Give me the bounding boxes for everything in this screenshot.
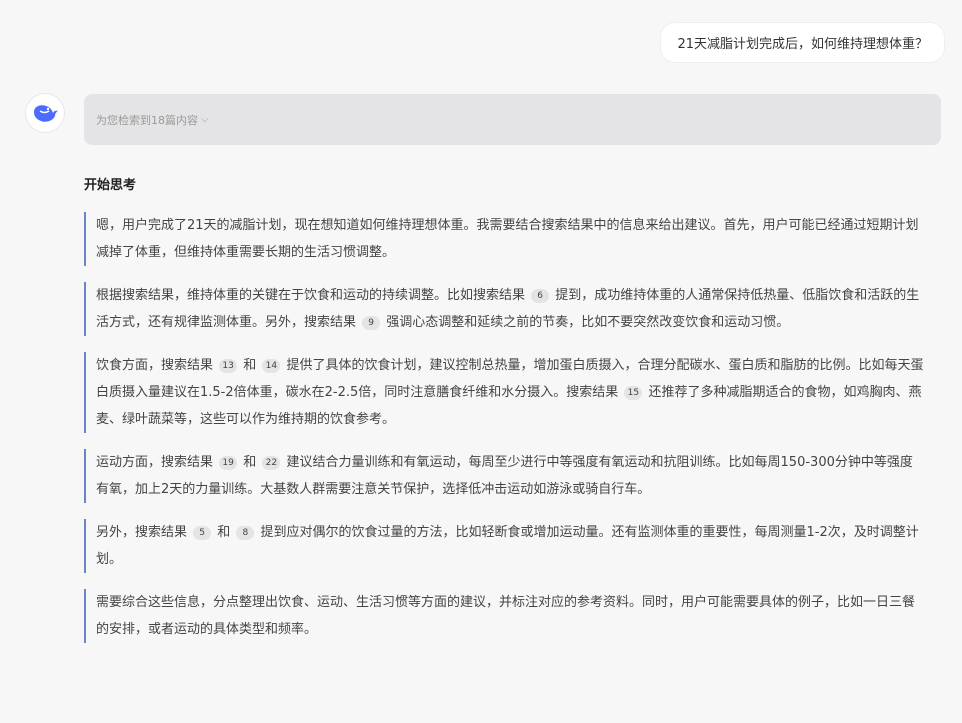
thought-paragraph: 另外，搜索结果 5 和 8 提到应对偶尔的饮食过量的方法，比如轻断食或增加运动量… [84, 519, 924, 573]
citation-badge[interactable]: 13 [219, 359, 237, 373]
thinking-content: 嗯，用户完成了21天的减脂计划，现在想知道如何维持理想体重。我需要结合搜索结果中… [84, 212, 924, 659]
user-message-text: 21天减脂计划完成后，如何维持理想体重？ [677, 37, 928, 52]
thought-paragraph: 运动方面，搜索结果 19 和 22 建议结合力量训练和有氧运动，每周至少进行中等… [84, 449, 924, 503]
citation-badge[interactable]: 15 [624, 386, 642, 400]
search-results-toggle[interactable]: 为您检索到18篇内容 ⌵ [84, 94, 941, 145]
whale-logo-icon [31, 102, 59, 124]
thought-paragraph: 需要综合这些信息，分点整理出饮食、运动、生活习惯等方面的建议，并标注对应的参考资… [84, 589, 924, 643]
assistant-avatar [26, 94, 64, 132]
thought-paragraph: 根据搜索结果，维持体重的关键在于饮食和运动的持续调整。比如搜索结果 6 提到，成… [84, 282, 924, 336]
search-results-label: 为您检索到18篇内容 [96, 112, 198, 128]
citation-badge[interactable]: 5 [193, 526, 211, 540]
citation-badge[interactable]: 19 [219, 456, 237, 470]
citation-badge[interactable]: 9 [362, 316, 380, 330]
user-message-bubble: 21天减脂计划完成后，如何维持理想体重？ [661, 23, 944, 62]
citation-badge[interactable]: 22 [262, 456, 280, 470]
thought-paragraph: 嗯，用户完成了21天的减脂计划，现在想知道如何维持理想体重。我需要结合搜索结果中… [84, 212, 924, 266]
citation-badge[interactable]: 6 [531, 289, 549, 303]
citation-badge[interactable]: 14 [262, 359, 280, 373]
thinking-title: 开始思考 [84, 174, 136, 193]
thought-paragraph: 饮食方面，搜索结果 13 和 14 提供了具体的饮食计划，建议控制总热量，增加蛋… [84, 352, 924, 433]
citation-badge[interactable]: 8 [236, 526, 254, 540]
chevron-down-icon: ⌵ [201, 114, 209, 125]
